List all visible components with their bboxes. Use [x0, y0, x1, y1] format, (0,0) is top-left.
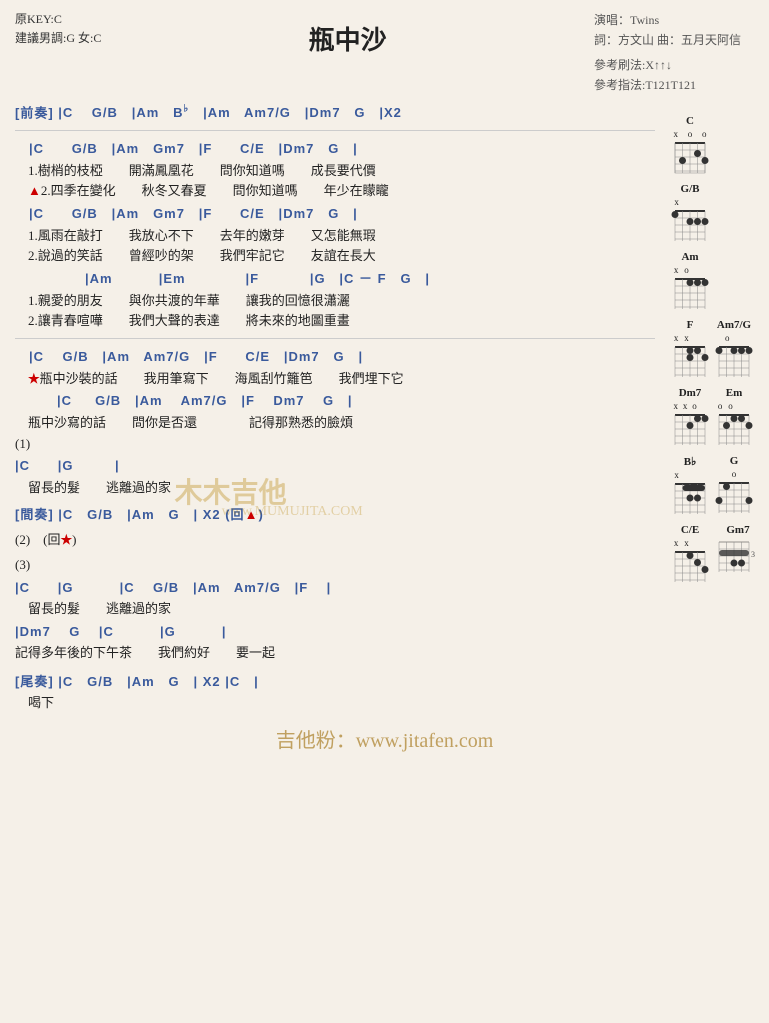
chord-diagrams: C xoo	[671, 115, 761, 586]
chord-Em-grid: 3	[715, 411, 753, 449]
verse1-chord3: |Am |Em |F |G |C － F G |	[15, 267, 655, 290]
chord-Gm7: Gm7	[715, 524, 761, 586]
lyricist-composer: 詞：方文山 曲：五月天阿信	[594, 30, 754, 50]
song-title: 瓶中沙	[101, 10, 594, 57]
part3-chord2: |Dm7 G |C |G |	[15, 620, 655, 643]
footer-text: 吉他粉：www.jitafen.com	[15, 724, 754, 753]
chorus-chord2: |C G/B |Am Am7/G |F Dm7 G |	[15, 389, 655, 412]
verse1-chord1: |C G/B |Am Gm7 |F C/E |Dm7 G |	[15, 137, 655, 160]
page: 原KEY:C 建議男調:G 女:C 瓶中沙 演唱：Twins 詞：方文山 曲：五…	[0, 0, 769, 1023]
interlude-section: [間奏] |C G/B |Am G | X2 (回▲)	[15, 503, 655, 526]
chord-Am7G: Am7/G o	[715, 319, 753, 381]
chord-Dm7-grid	[671, 411, 709, 449]
chord-GB-grid	[671, 207, 709, 245]
verse1-lyrics1b: ▲2.四季在變化 秋冬又春夏 問你知道嗎 年少在矇矓	[15, 181, 655, 202]
chorus-lyrics1: ★瓶中沙裝的話 我用筆寫下 海風刮竹籬笆 我們埋下它	[15, 369, 655, 390]
chorus-chord1: |C G/B |Am Am7/G |F C/E |Dm7 G |	[15, 345, 655, 368]
intro-section: [前奏] |C G/B |Am B♭ |Am Am7/G |Dm7 G |X2	[15, 101, 655, 125]
outro-section: [尾奏] |C G/B |Am G | X2 |C | 喝下	[15, 670, 655, 714]
chord-Am7G-grid	[715, 343, 753, 381]
original-key: 原KEY:C	[15, 10, 101, 29]
chord-C-grid	[671, 139, 709, 177]
chorus-chord3: |C |G |	[15, 454, 655, 477]
chord-row-7: C/E xx	[671, 524, 761, 586]
chord-row-3: Am xo	[671, 251, 761, 313]
verse1-lyrics1a: 1.樹梢的枝椏 開滿鳳凰花 問你知道嗎 成長要代價	[15, 161, 655, 182]
right-info: 演唱：Twins 詞：方文山 曲：五月天阿信 參考刷法:X↑↑↓ 參考指法:T1…	[594, 10, 754, 96]
chorus-note: (1)	[15, 434, 655, 455]
part3-section: (3) |C |G |C G/B |Am Am7/G |F | 留長的髮 逃離過…	[15, 555, 655, 664]
chord-row-1: C xoo	[671, 115, 761, 177]
verse1-lyrics3b: 2.讓青春喧嘩 我們大聲的表達 將未來的地圖重畫	[15, 311, 655, 332]
chord-row-2: G/B x	[671, 183, 761, 245]
chord-row-4: F xx	[671, 319, 761, 381]
outro-chord: [尾奏] |C G/B |Am G | X2 |C |	[15, 670, 655, 693]
verse1-lyrics2a: 1.風雨在敲打 我放心不下 去年的嫩芽 又怎能無瑕	[15, 226, 655, 247]
strum-pattern: 參考刷法:X↑↑↓ 參考指法:T121T121	[594, 55, 754, 96]
chorus-lyrics2: 瓶中沙寫的話 問你是否還 記得那熟悉的臉煩	[15, 413, 655, 434]
chord-F: F xx	[671, 319, 709, 381]
verse1-lyrics2b: 2.說過的笑話 曾經吵的架 我們牢記它 友誼在長大	[15, 246, 655, 267]
chord-Bb-grid	[671, 480, 709, 518]
chord-C: C xoo	[671, 115, 709, 177]
suggested-key: 建議男調:G 女:C	[15, 29, 101, 48]
chord-Em: Em oo	[715, 387, 753, 449]
chorus-section: |C G/B |Am Am7/G |F C/E |Dm7 G | ★瓶中沙裝的話…	[15, 345, 655, 498]
part3-label: (3)	[15, 555, 655, 576]
chord-row-5: Dm7 xxo	[671, 387, 761, 449]
main-content: [前奏] |C G/B |Am B♭ |Am Am7/G |Dm7 G |X2 …	[15, 101, 655, 715]
repeat2-section: (2) (回★)	[15, 530, 655, 551]
chord-GB: G/B x	[671, 183, 709, 245]
part3-lyrics1: 留長的髮 逃離過的家	[15, 599, 655, 620]
header-area: 原KEY:C 建議男調:G 女:C 瓶中沙 演唱：Twins 詞：方文山 曲：五…	[15, 10, 754, 96]
singer: 演唱：Twins	[594, 10, 754, 30]
intro-chord-line: [前奏] |C G/B |Am B♭ |Am Am7/G |Dm7 G |X2	[15, 101, 655, 125]
key-info: 原KEY:C 建議男調:G 女:C	[15, 10, 101, 48]
verse1-section: |C G/B |Am Gm7 |F C/E |Dm7 G | 1.樹梢的枝椏 開…	[15, 137, 655, 332]
chord-G-grid	[715, 479, 753, 517]
chord-Bb: B♭ x	[671, 455, 709, 518]
repeat2-text: (2) (回★)	[15, 530, 655, 551]
part3-lyrics2: 記得多年後的下午茶 我們約好 要一起	[15, 643, 655, 664]
chord-F-grid	[671, 343, 709, 381]
chord-Dm7: Dm7 xxo	[671, 387, 709, 449]
part3-chord1: |C |G |C G/B |Am Am7/G |F |	[15, 576, 655, 599]
chord-Am: Am xo	[671, 251, 709, 313]
chord-G: G o	[715, 455, 753, 518]
chord-CE-grid	[671, 548, 709, 586]
chord-Gm7-grid: 3	[715, 538, 761, 576]
chord-row-6: B♭ x	[671, 455, 761, 518]
outro-lyrics: 喝下	[15, 693, 655, 714]
chorus-lyrics3: 留長的髮 逃離過的家	[15, 478, 655, 499]
verse1-lyrics3a: 1.親愛的朋友 與你共渡的年華 讓我的回憶很瀟灑	[15, 291, 655, 312]
verse1-chord2: |C G/B |Am Gm7 |F C/E |Dm7 G |	[15, 202, 655, 225]
chord-CE: C/E xx	[671, 524, 709, 586]
interlude-line: [間奏] |C G/B |Am G | X2 (回▲)	[15, 503, 655, 526]
chord-Am-grid	[671, 275, 709, 313]
svg-text:3: 3	[751, 550, 755, 559]
